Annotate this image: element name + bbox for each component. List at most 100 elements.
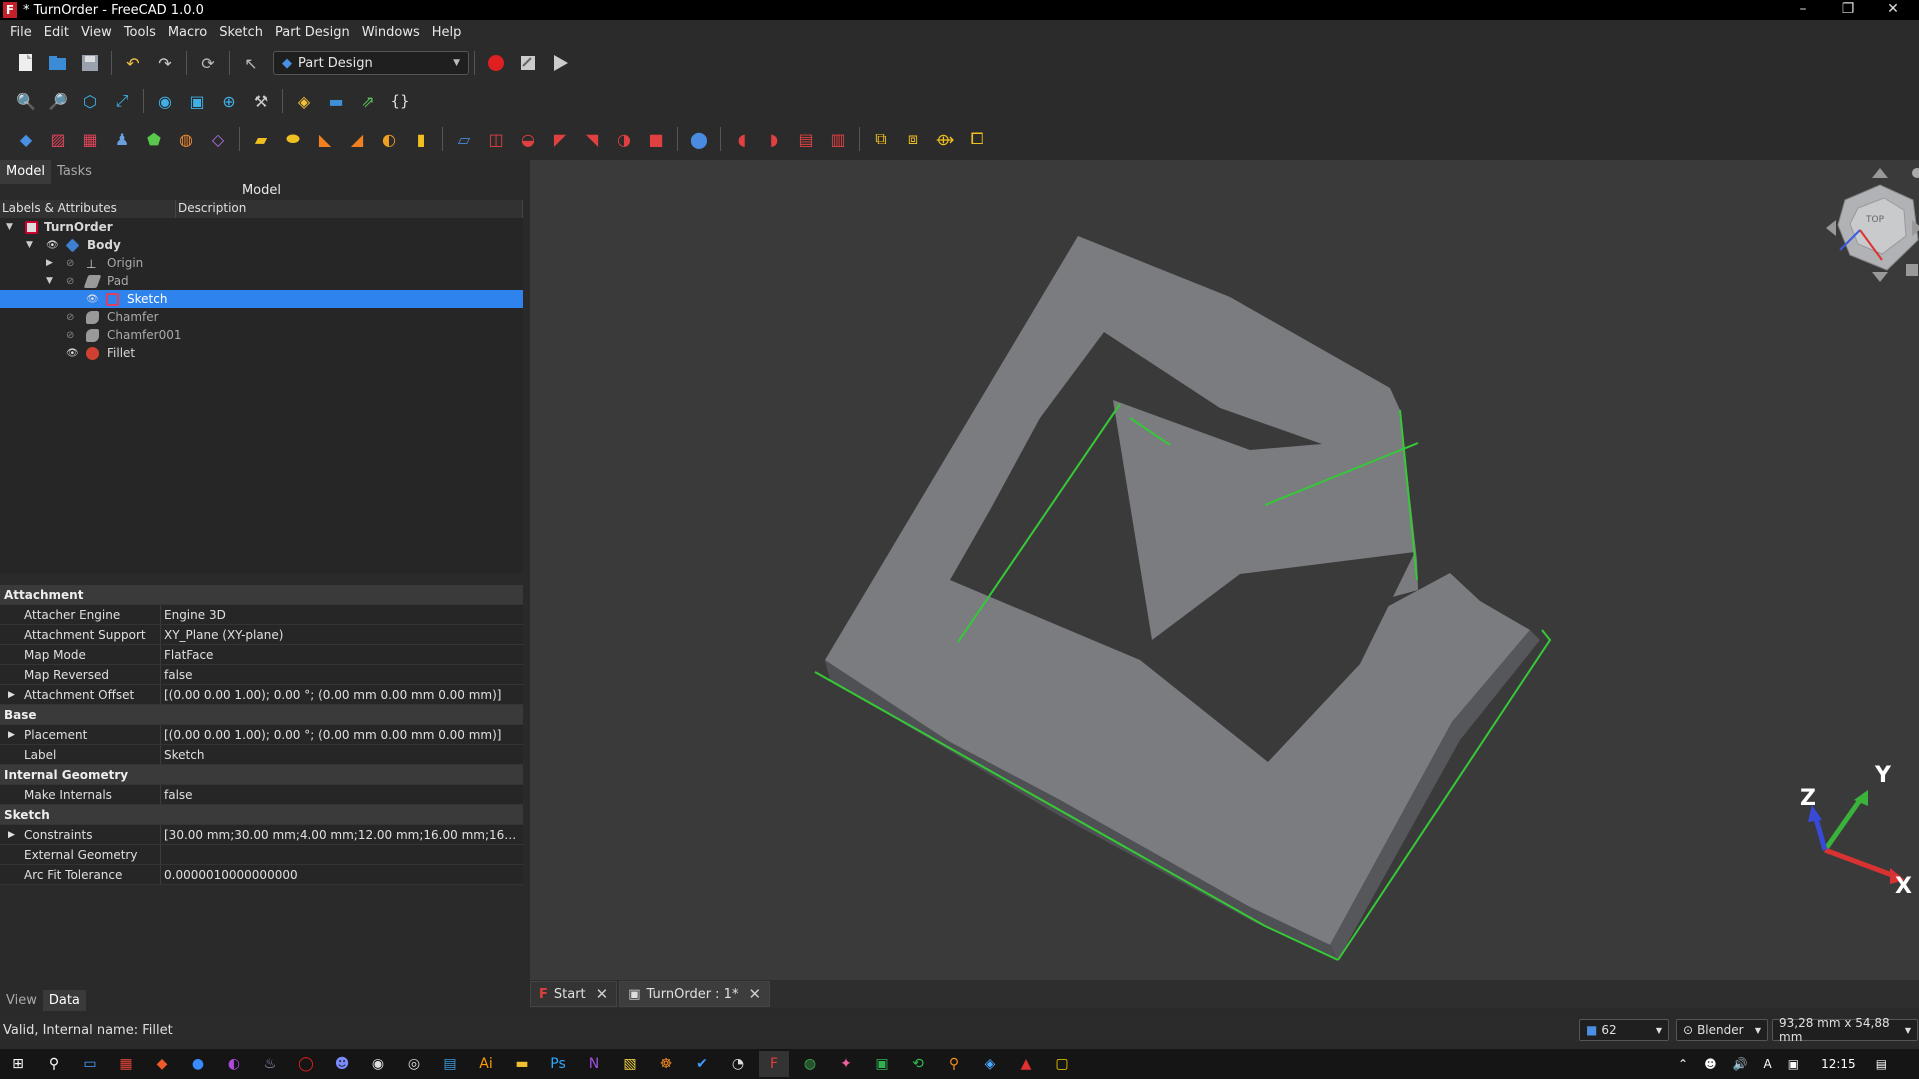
notification-icon[interactable]: ▤ [1876, 1057, 1887, 1071]
draw-style-selector[interactable]: ■ 62 ▼ [1579, 1019, 1669, 1041]
navigation-style-selector[interactable]: ⊙ Blender ▼ [1676, 1019, 1768, 1041]
property-row[interactable]: Attachment Support XY_Plane (XY-plane) [0, 625, 523, 645]
property-row[interactable]: Make Internals false [0, 785, 523, 805]
restore-button[interactable]: ❐ [1828, 0, 1868, 20]
navigation-cube[interactable]: TOP [1826, 168, 1919, 282]
tab-view[interactable]: View [0, 990, 43, 1011]
expand-arrow-icon[interactable]: ▶ [8, 690, 15, 700]
fit-selection-icon[interactable]: 🔎 [45, 88, 71, 114]
expand-arrow-icon[interactable]: ▶ [8, 830, 15, 840]
visibility-eye-icon[interactable]: 👁 [66, 348, 79, 359]
property-row[interactable]: ▶ Constraints [30.00 mm;30.00 mm;4.00 mm;1… [0, 825, 523, 845]
tab-tasks[interactable]: Tasks [51, 160, 98, 184]
polar-pattern-icon[interactable]: ⟴ [932, 126, 958, 152]
clock[interactable]: 12:15 [1821, 1057, 1856, 1071]
menu-file[interactable]: File [4, 25, 38, 40]
workbench-selector[interactable]: ◆ Part Design ▼ [273, 51, 469, 75]
part-icon[interactable]: ◈ [291, 88, 317, 114]
blender-app-icon[interactable]: ☸ [651, 1051, 681, 1077]
todo-app-icon[interactable]: ✔ [687, 1051, 717, 1077]
property-value[interactable]: [30.00 mm;30.00 mm;4.00 mm;12.00 mm;16.0… [164, 828, 519, 842]
refresh-icon[interactable]: ⟳ [195, 50, 221, 76]
tree-item-body[interactable]: ▼ 👁 Body [0, 236, 523, 254]
collapse-arrow-icon[interactable]: ▼ [46, 276, 53, 286]
app-icon[interactable]: ◐ [219, 1051, 249, 1077]
dimension-readout[interactable]: 93,28 mm x 54,88 mm ▼ [1772, 1016, 1918, 1044]
steam-app-icon[interactable]: ♨ [255, 1051, 285, 1077]
sheets-app-icon[interactable]: ▣ [867, 1051, 897, 1077]
subshape-binder-icon[interactable]: ⬟ [141, 126, 167, 152]
menu-part-design[interactable]: Part Design [269, 25, 356, 40]
freecad-app-icon[interactable]: F [759, 1051, 789, 1077]
app-icon[interactable]: ▲ [1011, 1051, 1041, 1077]
redo-icon[interactable]: ↷ [152, 50, 178, 76]
menu-windows[interactable]: Windows [356, 25, 426, 40]
property-row[interactable]: Map Reversed false [0, 665, 523, 685]
thickness-icon[interactable]: ▥ [825, 126, 851, 152]
shape-binder-icon[interactable]: ♟ [109, 126, 135, 152]
app-icon[interactable]: ◔ [723, 1051, 753, 1077]
tab-data[interactable]: Data [42, 990, 86, 1011]
datum-plane-icon[interactable]: ◇ [205, 126, 231, 152]
macros-icon[interactable] [515, 50, 541, 76]
tab-model[interactable]: Model [0, 160, 52, 184]
property-group-base[interactable]: Base [0, 705, 523, 725]
collapse-arrow-icon[interactable]: ▼ [6, 222, 13, 232]
app-icon[interactable]: ▢ [1047, 1051, 1077, 1077]
discord-tray-icon[interactable]: ☻ [1704, 1057, 1717, 1071]
start-menu-icon[interactable]: ⊞ [3, 1051, 33, 1077]
close-tab-icon[interactable]: ✕ [748, 985, 761, 1003]
tree-item-origin[interactable]: ▶ ⊘ ⊥ Origin [0, 254, 523, 272]
property-value[interactable]: false [164, 788, 519, 802]
hidden-eye-icon[interactable]: ⊘ [66, 330, 74, 341]
hidden-eye-icon[interactable]: ⊘ [66, 312, 74, 323]
tab-turnorder[interactable]: ▣ TurnOrder : 1* ✕ [619, 981, 771, 1007]
subtractive-primitive-icon[interactable]: ■ [643, 126, 669, 152]
property-row[interactable]: External Geometry [0, 845, 523, 865]
pocket-icon[interactable]: ▱ [451, 126, 477, 152]
close-button[interactable]: ✕ [1873, 0, 1913, 20]
part-top-face[interactable] [825, 236, 1530, 945]
std-views-icon[interactable]: ⬡ [77, 88, 103, 114]
app-icon[interactable]: ◈ [975, 1051, 1005, 1077]
tree-item-fillet[interactable]: 👁 Fillet [0, 344, 523, 362]
tab-start[interactable]: F Start ✕ [530, 981, 618, 1007]
mirrored-icon[interactable]: ⧉ [868, 126, 894, 152]
draw-style-icon[interactable]: ◉ [152, 88, 178, 114]
menu-tools[interactable]: Tools [118, 25, 162, 40]
tree-item-chamfer[interactable]: ⊘ Chamfer [0, 308, 523, 326]
volume-icon[interactable]: 🔊 [1733, 1057, 1748, 1071]
tree-icon[interactable]: ⚒ [248, 88, 274, 114]
search-icon[interactable]: ⚲ [39, 1051, 69, 1077]
property-value[interactable]: Engine 3D [164, 608, 519, 622]
link-icon[interactable]: ⇗ [355, 88, 381, 114]
expand-arrow-icon[interactable]: ▶ [46, 258, 53, 268]
subtractive-pipe-icon[interactable]: ◥ [579, 126, 605, 152]
pad-icon[interactable]: ▰ [248, 126, 274, 152]
additive-primitive-icon[interactable]: ▮ [408, 126, 434, 152]
hidden-eye-icon[interactable]: ⊘ [66, 258, 74, 269]
subtractive-loft-icon[interactable]: ◤ [547, 126, 573, 152]
column-description[interactable]: Description [176, 200, 523, 218]
property-value[interactable]: Sketch [164, 748, 519, 762]
brave-app-icon[interactable]: ◆ [147, 1051, 177, 1077]
subtractive-helix-icon[interactable]: ◑ [611, 126, 637, 152]
create-sketch-icon[interactable]: ▨ [45, 126, 71, 152]
linear-pattern-icon[interactable]: ⧈ [900, 126, 926, 152]
hole-icon[interactable]: ◫ [483, 126, 509, 152]
property-value[interactable]: FlatFace [164, 648, 519, 662]
menu-view[interactable]: View [75, 25, 118, 40]
additive-pipe-icon[interactable]: ◢ [344, 126, 370, 152]
additive-helix-icon[interactable]: ◐ [376, 126, 402, 152]
create-body-icon[interactable]: ◆ [13, 126, 39, 152]
tree-item-turnorder[interactable]: ▼ TurnOrder [0, 218, 523, 236]
navcube-arrow-up[interactable] [1872, 168, 1888, 178]
group-icon[interactable]: ▬ [323, 88, 349, 114]
tree-item-sketch[interactable]: 👁 Sketch [0, 290, 523, 308]
tray-expand-icon[interactable]: ⌃ [1678, 1057, 1688, 1071]
menu-edit[interactable]: Edit [38, 25, 75, 40]
photoshop-app-icon[interactable]: Ps [543, 1051, 573, 1077]
hidden-eye-icon[interactable]: ⊘ [66, 276, 74, 287]
macro-editor-icon[interactable]: {} [387, 88, 413, 114]
multi-transform-icon[interactable]: ⧠ [964, 126, 990, 152]
